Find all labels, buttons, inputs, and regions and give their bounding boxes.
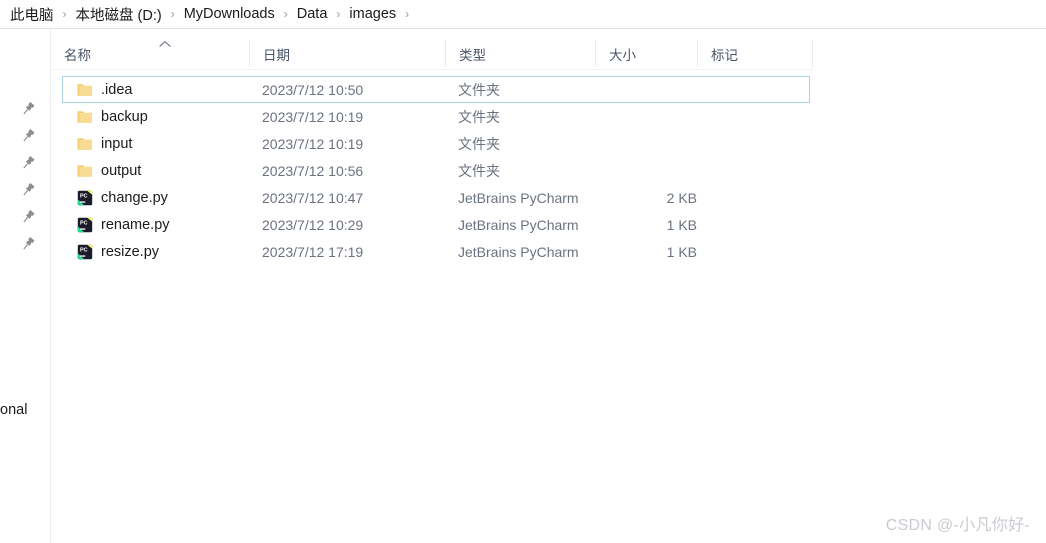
table-row[interactable]: input 2023/7/12 10:19 文件夹 (62, 130, 810, 157)
column-header-date[interactable]: 日期 (263, 38, 290, 69)
column-header-tag[interactable]: 标记 (711, 38, 738, 69)
file-type-cell: JetBrains PyCharm (458, 189, 579, 206)
breadcrumb-chevron-icon: › (336, 7, 341, 21)
pin-icon[interactable] (19, 208, 37, 226)
file-type-cell: 文件夹 (458, 108, 500, 125)
table-row[interactable]: PC rename.py 2023/7/12 10:29 JetBrains PyCh… (62, 211, 810, 238)
column-divider-4[interactable] (697, 40, 698, 67)
breadcrumb-item-4[interactable]: Data (295, 5, 330, 23)
pin-icon[interactable] (19, 154, 37, 172)
svg-text:PC: PC (80, 247, 88, 253)
file-size-cell (608, 104, 697, 129)
file-type-cell: 文件夹 (458, 81, 500, 98)
file-size-cell: 1 KB (666, 216, 697, 233)
folder-icon (77, 111, 92, 123)
file-size-cell: 1 KB (666, 243, 697, 260)
column-header-date-label: 日期 (263, 47, 290, 63)
table-row[interactable]: output 2023/7/12 10:56 文件夹 (62, 157, 810, 184)
table-row[interactable]: .idea 2023/7/12 10:50 文件夹 (62, 76, 810, 103)
file-name-cell: resize.py (101, 243, 160, 260)
pycharm-file-icon: PC (77, 190, 93, 206)
pycharm-file-icon: PC (77, 244, 93, 260)
pin-icon[interactable] (19, 100, 37, 118)
file-date-cell: 2023/7/12 10:29 (262, 216, 364, 233)
file-size-cell (608, 158, 697, 183)
file-list: .idea 2023/7/12 10:50 文件夹 backup 2023/7/12 1… (62, 76, 810, 265)
csdn-watermark: CSDN @-小凡你好- (885, 517, 1030, 534)
file-size-cell (608, 131, 697, 156)
svg-text:PC: PC (80, 193, 88, 199)
rail-divider (50, 29, 51, 543)
file-name-cell: input (101, 135, 133, 152)
file-date-cell: 2023/7/12 10:50 (262, 81, 364, 98)
column-divider-2[interactable] (445, 40, 446, 67)
file-date-cell: 2023/7/12 10:19 (262, 108, 364, 125)
folder-icon (77, 84, 92, 96)
column-header-row: 名称 日期 类型 大小 标记 (51, 38, 813, 69)
folder-icon (77, 165, 92, 177)
chevron-up-icon (159, 41, 171, 47)
breadcrumb-item-1[interactable]: 此电脑 (8, 3, 56, 26)
table-row[interactable]: PC resize.py 2023/7/12 17:19 JetBrains PyCh… (62, 238, 810, 265)
file-type-cell: JetBrains PyCharm (458, 243, 579, 260)
file-date-cell: 2023/7/12 17:19 (262, 243, 364, 260)
column-header-type[interactable]: 类型 (459, 38, 486, 69)
pin-icon[interactable] (19, 127, 37, 145)
file-date-cell: 2023/7/12 10:19 (262, 135, 364, 152)
column-header-type-label: 类型 (459, 47, 486, 63)
breadcrumb: 此电脑 › 本地磁盘 (D:) › MyDownloads › Data › images › (0, 0, 1046, 28)
file-type-cell: 文件夹 (458, 135, 500, 152)
file-name-cell: backup (101, 108, 148, 125)
breadcrumb-chevron-icon: › (405, 7, 410, 21)
svg-text:PC: PC (80, 220, 88, 226)
file-name-cell: change.py (101, 189, 168, 206)
file-size-cell: 2 KB (666, 189, 697, 206)
left-rail (0, 29, 50, 543)
breadcrumb-item-3[interactable]: MyDownloads (182, 5, 277, 23)
column-header-size[interactable]: 大小 (609, 38, 636, 69)
partial-truncated-label: onal (0, 402, 28, 418)
file-type-cell: 文件夹 (458, 162, 500, 179)
pin-icon[interactable] (19, 235, 37, 253)
column-divider-3[interactable] (595, 40, 596, 67)
table-row[interactable]: PC change.py 2023/7/12 10:47 JetBrains PyCh… (62, 184, 810, 211)
file-date-cell: 2023/7/12 10:47 (262, 189, 364, 206)
breadcrumb-chevron-icon: › (170, 7, 175, 21)
column-header-name[interactable]: 名称 (64, 38, 91, 69)
file-name-cell: .idea (101, 81, 133, 98)
file-size-cell (608, 77, 697, 102)
breadcrumb-item-5[interactable]: images (347, 5, 398, 23)
file-name-cell: output (101, 162, 142, 179)
breadcrumb-item-2[interactable]: 本地磁盘 (D:) (74, 3, 164, 26)
breadcrumb-chevron-icon: › (62, 7, 67, 21)
folder-icon (77, 138, 92, 150)
column-header-tag-label: 标记 (711, 47, 738, 63)
file-name-cell: rename.py (101, 216, 170, 233)
file-date-cell: 2023/7/12 10:56 (262, 162, 364, 179)
column-header-name-label: 名称 (64, 47, 91, 63)
breadcrumb-chevron-icon: › (283, 7, 288, 21)
pin-icon[interactable] (19, 181, 37, 199)
column-divider-1[interactable] (249, 40, 250, 67)
table-row[interactable]: backup 2023/7/12 10:19 文件夹 (62, 103, 810, 130)
pycharm-file-icon: PC (77, 217, 93, 233)
column-divider-5[interactable] (812, 40, 813, 67)
column-header-size-label: 大小 (609, 47, 636, 63)
file-type-cell: JetBrains PyCharm (458, 216, 579, 233)
breadcrumb-bottom-divider (0, 28, 1046, 29)
column-header-bottom-divider (51, 69, 813, 70)
